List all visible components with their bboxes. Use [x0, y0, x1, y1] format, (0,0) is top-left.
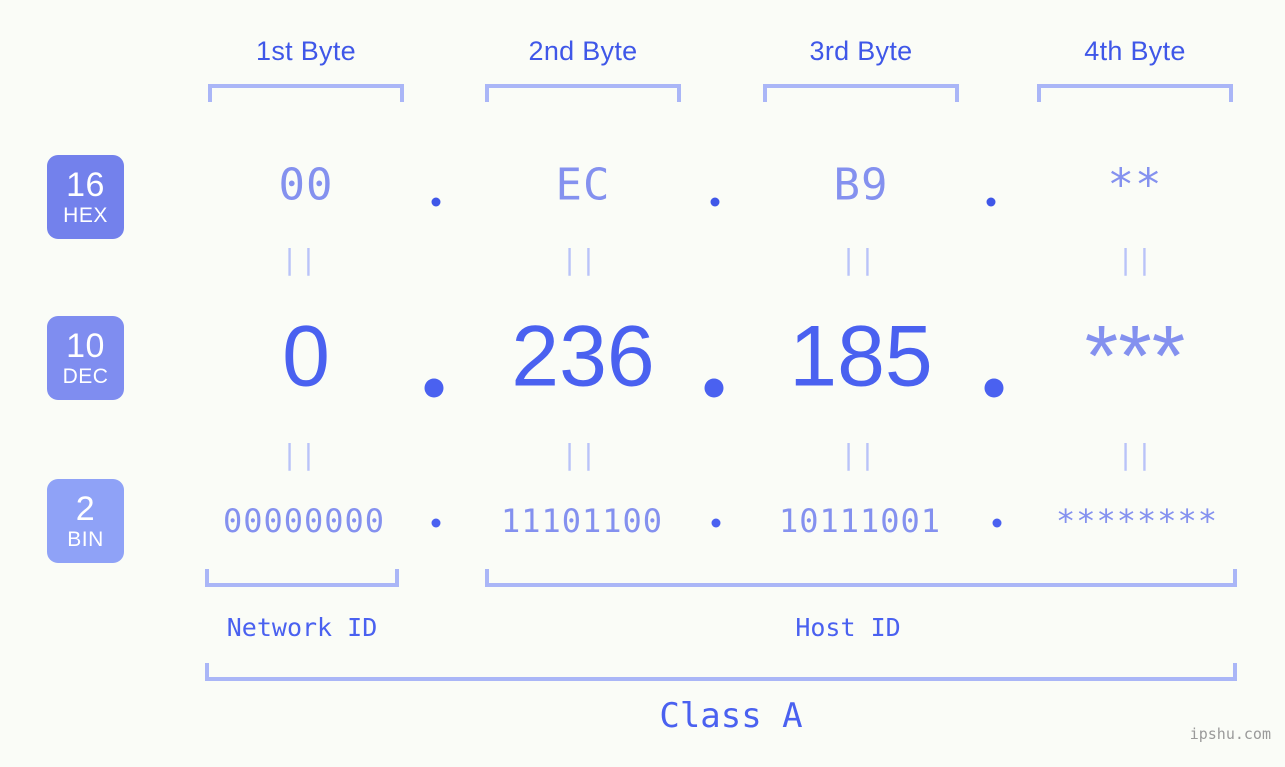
base-badge-dec: 10 DEC	[47, 316, 124, 400]
host-id-bracket	[485, 569, 1237, 587]
byte-bracket-top-4	[1037, 84, 1233, 102]
bin-separator-dot-1	[431, 518, 441, 528]
base-badge-dec-label: DEC	[62, 365, 109, 388]
dec-value-1: 0	[282, 308, 330, 405]
byte-header-2: 2nd Byte	[528, 36, 638, 66]
base-badge-hex-number: 16	[66, 166, 105, 204]
equals-connector-hex-dec-1: ||	[281, 243, 319, 276]
dec-separator-dot-1	[424, 378, 444, 398]
bin-separator-dot-2	[711, 518, 721, 528]
dec-value-4: ***	[1084, 308, 1186, 405]
dec-separator-dot-2	[704, 378, 724, 398]
base-badge-hex-label: HEX	[63, 204, 108, 227]
byte-header-4: 4th Byte	[1084, 36, 1186, 66]
bin-value-4: ********	[1055, 502, 1219, 540]
hex-separator-dot-1	[431, 197, 441, 207]
equals-connector-dec-bin-2: ||	[561, 438, 599, 471]
network-id-label: Network ID	[226, 613, 378, 642]
host-id-label: Host ID	[795, 613, 901, 642]
hex-value-1: 00	[278, 159, 334, 211]
hex-separator-dot-2	[710, 197, 720, 207]
base-badge-hex: 16 HEX	[47, 155, 124, 239]
hex-value-4: **	[1107, 159, 1163, 211]
equals-connector-hex-dec-2: ||	[561, 243, 599, 276]
ip-breakdown-diagram: 1st Byte 2nd Byte 3rd Byte 4th Byte 16 H…	[0, 0, 1285, 767]
class-label: Class A	[659, 696, 803, 736]
dec-separator-dot-3	[984, 378, 1004, 398]
hex-separator-dot-3	[986, 197, 996, 207]
byte-header-1: 1st Byte	[256, 36, 356, 66]
equals-connector-dec-bin-3: ||	[840, 438, 878, 471]
base-badge-bin-label: BIN	[67, 528, 104, 551]
byte-bracket-top-1	[208, 84, 404, 102]
equals-connector-hex-dec-3: ||	[840, 243, 878, 276]
base-badge-bin-number: 2	[75, 490, 96, 528]
byte-bracket-top-2	[485, 84, 681, 102]
hex-value-2: EC	[555, 159, 611, 211]
hex-value-3: B9	[833, 159, 889, 211]
dec-value-3: 185	[789, 308, 933, 405]
base-badge-dec-number: 10	[66, 327, 105, 365]
site-watermark: ipshu.com	[1189, 725, 1271, 743]
equals-connector-dec-bin-4: ||	[1117, 438, 1155, 471]
bin-value-2: 11101100	[500, 502, 664, 540]
byte-bracket-top-3	[763, 84, 959, 102]
equals-connector-dec-bin-1: ||	[281, 438, 319, 471]
bin-value-3: 10111001	[778, 502, 942, 540]
equals-connector-hex-dec-4: ||	[1117, 243, 1155, 276]
dec-value-2: 236	[511, 308, 655, 405]
byte-header-3: 3rd Byte	[809, 36, 913, 66]
network-id-bracket	[205, 569, 399, 587]
bin-value-1: 00000000	[222, 502, 386, 540]
bin-separator-dot-3	[992, 518, 1002, 528]
class-bracket	[205, 663, 1237, 681]
base-badge-bin: 2 BIN	[47, 479, 124, 563]
